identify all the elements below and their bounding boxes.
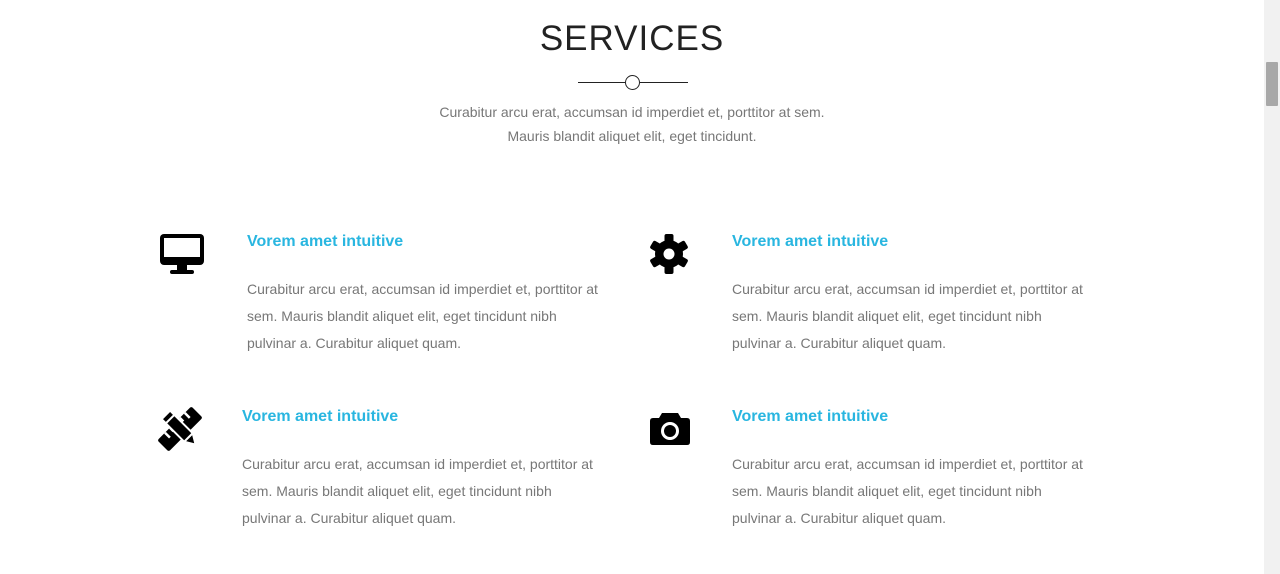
service-title: Vorem amet intuitive xyxy=(242,408,399,425)
title-divider xyxy=(578,74,688,92)
service-description-line-2: sem. Mauris blandit aliquet elit, eget t… xyxy=(732,308,1042,324)
service-description: Curabitur arcu erat, accumsan id imperdi… xyxy=(242,451,614,532)
service-description: Curabitur arcu erat, accumsan id imperdi… xyxy=(247,276,619,357)
service-title: Vorem amet intuitive xyxy=(247,233,404,250)
divider-circle-icon xyxy=(625,75,640,90)
pencil-ruler-icon xyxy=(158,407,206,455)
scrollbar-thumb[interactable] xyxy=(1266,62,1278,106)
service-description: Curabitur arcu erat, accumsan id imperdi… xyxy=(732,451,1104,532)
desktop-icon xyxy=(158,232,206,280)
subtitle-line-1: Curabitur arcu erat, accumsan id imperdi… xyxy=(439,104,825,120)
service-description-line-1: Curabitur arcu erat, accumsan id imperdi… xyxy=(242,456,593,472)
gear-icon xyxy=(648,233,696,281)
service-description-line-3: pulvinar a. Curabitur aliquet quam. xyxy=(732,335,947,351)
service-description-line-1: Curabitur arcu erat, accumsan id imperdi… xyxy=(247,281,598,297)
service-description-line-3: pulvinar a. Curabitur aliquet quam. xyxy=(242,510,457,526)
subtitle-line-2: Mauris blandit aliquet elit, eget tincid… xyxy=(507,128,757,144)
services-page: SERVICES Curabitur arcu erat, accumsan i… xyxy=(0,0,1264,574)
service-description-line-1: Curabitur arcu erat, accumsan id imperdi… xyxy=(732,281,1083,297)
service-description-line-3: pulvinar a. Curabitur aliquet quam. xyxy=(732,510,947,526)
service-description-line-2: sem. Mauris blandit aliquet elit, eget t… xyxy=(247,308,557,324)
section-title: SERVICES xyxy=(539,19,725,58)
camera-icon xyxy=(648,409,696,457)
service-description-line-2: sem. Mauris blandit aliquet elit, eget t… xyxy=(242,483,552,499)
service-description: Curabitur arcu erat, accumsan id imperdi… xyxy=(732,276,1104,357)
service-title: Vorem amet intuitive xyxy=(732,408,889,425)
service-description-line-3: pulvinar a. Curabitur aliquet quam. xyxy=(247,335,462,351)
service-description-line-2: sem. Mauris blandit aliquet elit, eget t… xyxy=(732,483,1042,499)
vertical-scrollbar[interactable] xyxy=(1264,0,1280,574)
service-title: Vorem amet intuitive xyxy=(732,233,889,250)
service-description-line-1: Curabitur arcu erat, accumsan id imperdi… xyxy=(732,456,1083,472)
divider-line-right xyxy=(640,82,688,83)
section-subtitle: Curabitur arcu erat, accumsan id imperdi… xyxy=(0,100,1264,148)
divider-line-left xyxy=(578,82,625,83)
